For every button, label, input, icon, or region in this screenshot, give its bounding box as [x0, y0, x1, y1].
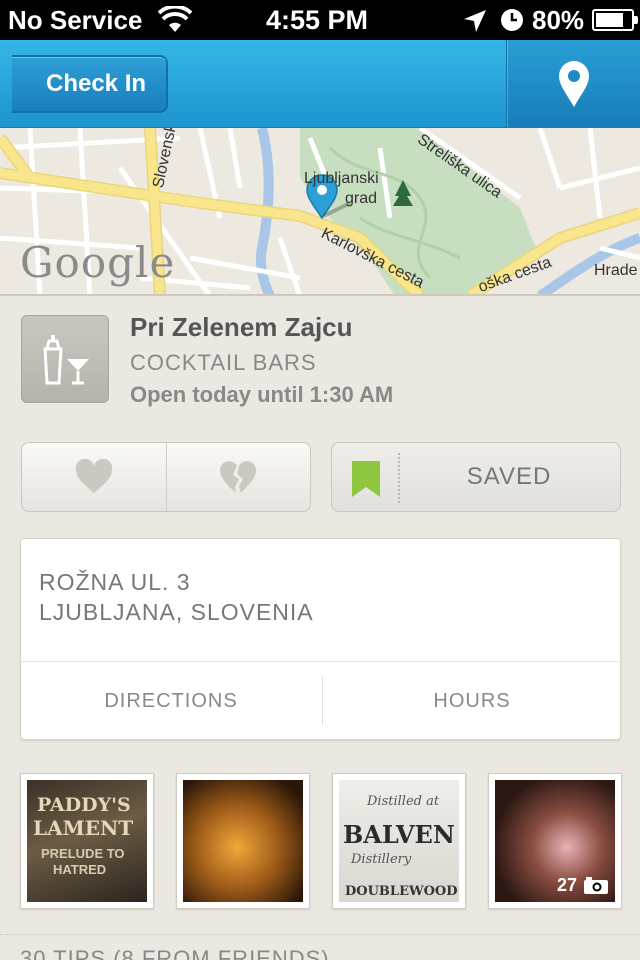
photo-count-badge: 27: [557, 875, 609, 896]
photo-thumbnail-1[interactable]: PADDY'S LAMENT PRELUDE TO HATRED: [20, 773, 154, 909]
photo-text: LAMENT: [33, 816, 134, 840]
venue-hours: Open today until 1:30 AM: [130, 382, 394, 407]
alarm-icon: [501, 9, 523, 31]
photo-text: PADDY'S: [37, 794, 131, 816]
address-line-2: LJUBLJANA, SLOVENIA: [39, 599, 314, 625]
venue-category-icon: [21, 315, 109, 403]
saved-button[interactable]: SAVED: [331, 442, 621, 512]
nav-bar: Check In: [0, 40, 640, 128]
carrier-label: No Service: [8, 5, 143, 35]
battery-fill: [596, 13, 623, 27]
venue-category: COCKTAIL BARS: [130, 350, 317, 375]
photo-image: 27: [495, 780, 615, 902]
check-in-back-button[interactable]: Check In: [12, 55, 168, 113]
location-arrow-icon: [464, 10, 486, 32]
like-dislike-group: [21, 442, 311, 512]
photo-text: DOUBLEWOOD: [345, 884, 458, 899]
photo-text: PRELUDE TO: [41, 846, 125, 861]
photo-text: BALVEN: [343, 820, 455, 849]
photo-text: HATRED: [53, 862, 107, 877]
google-logo: Google: [20, 238, 176, 287]
cocktail-shaker-icon: [43, 335, 89, 385]
photo-thumbnail-2[interactable]: [176, 773, 310, 909]
photo-image: PADDY'S LAMENT PRELUDE TO HATRED: [27, 780, 147, 902]
hours-button[interactable]: HOURS: [322, 661, 622, 741]
directions-button[interactable]: DIRECTIONS: [21, 661, 321, 741]
tips-divider: [0, 934, 640, 935]
photo-image: [183, 780, 303, 902]
photo-text: Distillery: [351, 852, 412, 867]
map-label-hradec: Hrade: [594, 262, 638, 279]
heart-icon: [75, 459, 112, 493]
status-bar: No Service 4:55 PM 80%: [0, 0, 640, 40]
address-line-1: ROŽNA UL. 3: [39, 569, 191, 595]
photo-thumbnail-3[interactable]: Distilled at BALVEN Distillery DOUBLEWOO…: [332, 773, 466, 909]
photo-count: 27: [556, 875, 577, 895]
clock: 4:55 PM: [266, 5, 369, 35]
like-button[interactable]: [22, 443, 166, 511]
photo-thumbnail-4[interactable]: 27: [488, 773, 622, 909]
broken-heart-icon: [220, 461, 257, 493]
map-pin-icon: [558, 61, 589, 107]
map-label-grad: grad: [345, 190, 378, 207]
back-button-label: Check In: [45, 70, 147, 97]
venue-name: Pri Zelenem Zajcu: [130, 312, 353, 342]
battery-percent: 80%: [532, 5, 585, 35]
saved-label: SAVED: [466, 463, 552, 490]
map-label-ljubljanski: Ljubljanski: [304, 170, 379, 187]
photo-text: Distilled at: [367, 794, 440, 809]
camera-icon: [584, 876, 608, 894]
address-card: ROŽNA UL. 3 LJUBLJANA, SLOVENIA DIRECTIO…: [20, 538, 621, 740]
photo-image: Distilled at BALVEN Distillery DOUBLEWOO…: [339, 780, 459, 902]
bookmark-icon: [352, 461, 380, 497]
battery-icon: [592, 9, 638, 31]
wifi-icon: [158, 6, 192, 32]
dislike-button[interactable]: [165, 443, 311, 511]
venue-map[interactable]: Slovenska Ljubljanski grad Streliška uli…: [0, 128, 640, 296]
tips-header[interactable]: 30 TIPS (8 FROM FRIENDS): [20, 946, 330, 960]
map-view-button[interactable]: [506, 40, 640, 128]
